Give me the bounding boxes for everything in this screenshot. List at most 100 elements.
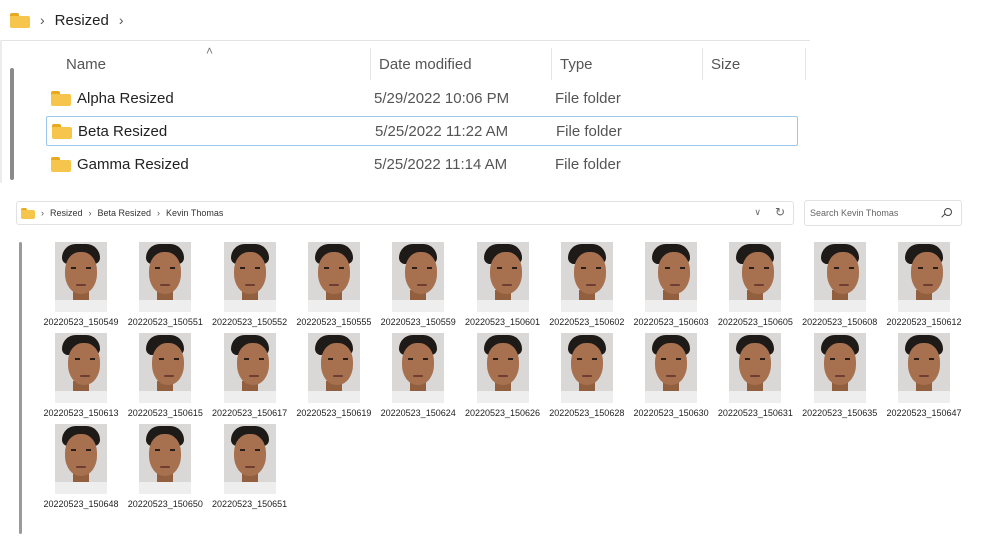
- folder-icon: [10, 12, 30, 28]
- folder-row-gamma-resized[interactable]: Gamma Resized 5/25/2022 11:14 AM File fo…: [46, 149, 798, 179]
- column-header-type[interactable]: Type: [551, 48, 702, 80]
- photo-face: [65, 252, 97, 294]
- photo-mouth: [76, 284, 86, 286]
- file-thumbnail[interactable]: 20220523_150605: [718, 242, 804, 330]
- photo-mouth: [497, 375, 508, 377]
- file-name-label: 20220523_150617: [212, 408, 288, 418]
- folder-icon: [51, 156, 71, 172]
- breadcrumb-item-resized[interactable]: Resized: [50, 208, 83, 218]
- photo-shirt: [560, 300, 613, 312]
- breadcrumb-item-kevin-thomas[interactable]: Kevin Thomas: [166, 208, 223, 218]
- file-thumbnail[interactable]: 20220523_150551: [128, 242, 214, 330]
- photo-shirt: [729, 391, 782, 403]
- photo-mouth: [248, 375, 259, 377]
- photo-face: [826, 252, 859, 294]
- column-header-date-modified[interactable]: Date modified: [370, 48, 551, 80]
- photo-face: [655, 343, 688, 385]
- file-name-label: 20220523_150630: [633, 408, 709, 418]
- file-thumbnail[interactable]: 20220523_150631: [718, 333, 804, 421]
- photo-thumbnail-image: [645, 333, 698, 403]
- file-thumbnail[interactable]: 20220523_150602: [549, 242, 636, 330]
- file-thumbnail[interactable]: 20220523_150615: [128, 333, 214, 421]
- refresh-icon[interactable]: ↻: [775, 205, 785, 219]
- photo-thumbnail-image: [139, 424, 192, 494]
- file-thumbnail[interactable]: 20220523_150549: [43, 242, 130, 330]
- column-header-name[interactable]: ˄ Name: [46, 44, 370, 80]
- bottom-explorer-window: › Resized › Beta Resized › Kevin Thomas …: [0, 196, 988, 541]
- file-thumbnail[interactable]: 20220523_150626: [465, 333, 552, 421]
- photo-face: [152, 343, 185, 385]
- file-thumbnail[interactable]: 20220523_150613: [43, 333, 130, 421]
- photo-eyes: [492, 358, 513, 360]
- file-thumbnail[interactable]: 20220523_150630: [634, 333, 720, 421]
- photo-thumbnail-image: [729, 242, 782, 312]
- file-name-label: 20220523_150549: [43, 317, 119, 327]
- file-thumbnail[interactable]: 20220523_150619: [296, 333, 383, 421]
- file-thumbnail[interactable]: 20220523_150555: [296, 242, 383, 330]
- chevron-right-icon[interactable]: ›: [41, 208, 44, 218]
- photo-mouth: [834, 375, 845, 377]
- file-thumbnail[interactable]: 20220523_150617: [212, 333, 299, 421]
- search-icon[interactable]: [944, 208, 952, 216]
- file-thumbnail[interactable]: 20220523_150559: [381, 242, 467, 330]
- photo-thumbnail-image: [139, 333, 192, 403]
- folder-type: File folder: [555, 155, 621, 173]
- folder-icon: [52, 123, 72, 139]
- chevron-right-icon[interactable]: ›: [119, 12, 124, 28]
- folder-row-alpha-resized[interactable]: Alpha Resized 5/29/2022 10:06 PM File fo…: [46, 83, 798, 113]
- file-name-label: 20220523_150559: [380, 317, 456, 327]
- search-box[interactable]: [804, 200, 962, 226]
- photo-face: [658, 252, 691, 294]
- chevron-right-icon[interactable]: ›: [40, 12, 45, 28]
- photo-thumbnail-image: [392, 242, 445, 312]
- photo-mouth: [244, 466, 255, 468]
- photo-thumbnail-image: [223, 333, 276, 403]
- photo-mouth: [244, 284, 255, 286]
- photo-shirt: [139, 300, 192, 312]
- photo-face: [233, 252, 266, 294]
- sort-up-icon: ˄: [206, 44, 214, 58]
- file-thumbnail[interactable]: 20220523_150647: [886, 333, 973, 421]
- photo-mouth: [164, 375, 175, 377]
- photo-eyes: [914, 358, 934, 360]
- chevron-right-icon[interactable]: ›: [157, 208, 160, 218]
- chevron-down-icon[interactable]: ∨: [754, 207, 761, 218]
- file-name-label: 20220523_150647: [886, 408, 962, 418]
- photo-thumbnail-image: [392, 333, 445, 403]
- photo-mouth: [750, 375, 761, 377]
- photo-shirt: [898, 300, 950, 312]
- file-thumbnail[interactable]: 20220523_150612: [886, 242, 973, 330]
- chevron-right-icon[interactable]: ›: [89, 208, 92, 218]
- address-bar[interactable]: › Resized › Beta Resized › Kevin Thomas …: [16, 201, 794, 225]
- photo-eyes: [71, 449, 91, 451]
- folder-date-modified: 5/25/2022 11:22 AM: [375, 122, 509, 140]
- photo-mouth: [754, 284, 765, 286]
- file-thumbnail[interactable]: 20220523_150608: [802, 242, 889, 330]
- photo-thumbnail-image: [307, 242, 360, 312]
- photo-face: [149, 252, 182, 294]
- vertical-scrollbar[interactable]: [10, 68, 14, 180]
- breadcrumb-item-beta-resized[interactable]: Beta Resized: [98, 208, 152, 218]
- file-thumbnail[interactable]: 20220523_150603: [634, 242, 720, 330]
- file-thumbnail[interactable]: 20220523_150635: [802, 333, 889, 421]
- photo-shirt: [223, 391, 276, 403]
- file-thumbnail[interactable]: 20220523_150648: [43, 424, 130, 512]
- column-header-size[interactable]: Size: [702, 48, 806, 80]
- file-thumbnail[interactable]: 20220523_150624: [381, 333, 467, 421]
- vertical-scrollbar[interactable]: [19, 242, 22, 534]
- photo-face: [573, 252, 606, 294]
- file-thumbnail[interactable]: 20220523_150651: [212, 424, 299, 512]
- photo-shirt: [392, 391, 445, 403]
- breadcrumb-item-resized[interactable]: Resized: [55, 12, 109, 29]
- file-thumbnail[interactable]: 20220523_150601: [465, 242, 552, 330]
- photo-mouth: [417, 284, 428, 286]
- folder-row-beta-resized[interactable]: Beta Resized 5/25/2022 11:22 AM File fol…: [46, 116, 798, 146]
- file-name-label: 20220523_150602: [549, 317, 625, 327]
- photo-thumbnail-image: [476, 333, 529, 403]
- file-thumbnail[interactable]: 20220523_150552: [212, 242, 299, 330]
- file-thumbnail[interactable]: 20220523_150628: [549, 333, 636, 421]
- file-thumbnail[interactable]: 20220523_150650: [128, 424, 214, 512]
- search-input[interactable]: [810, 208, 935, 218]
- photo-mouth: [76, 466, 86, 468]
- photo-shirt: [307, 300, 360, 312]
